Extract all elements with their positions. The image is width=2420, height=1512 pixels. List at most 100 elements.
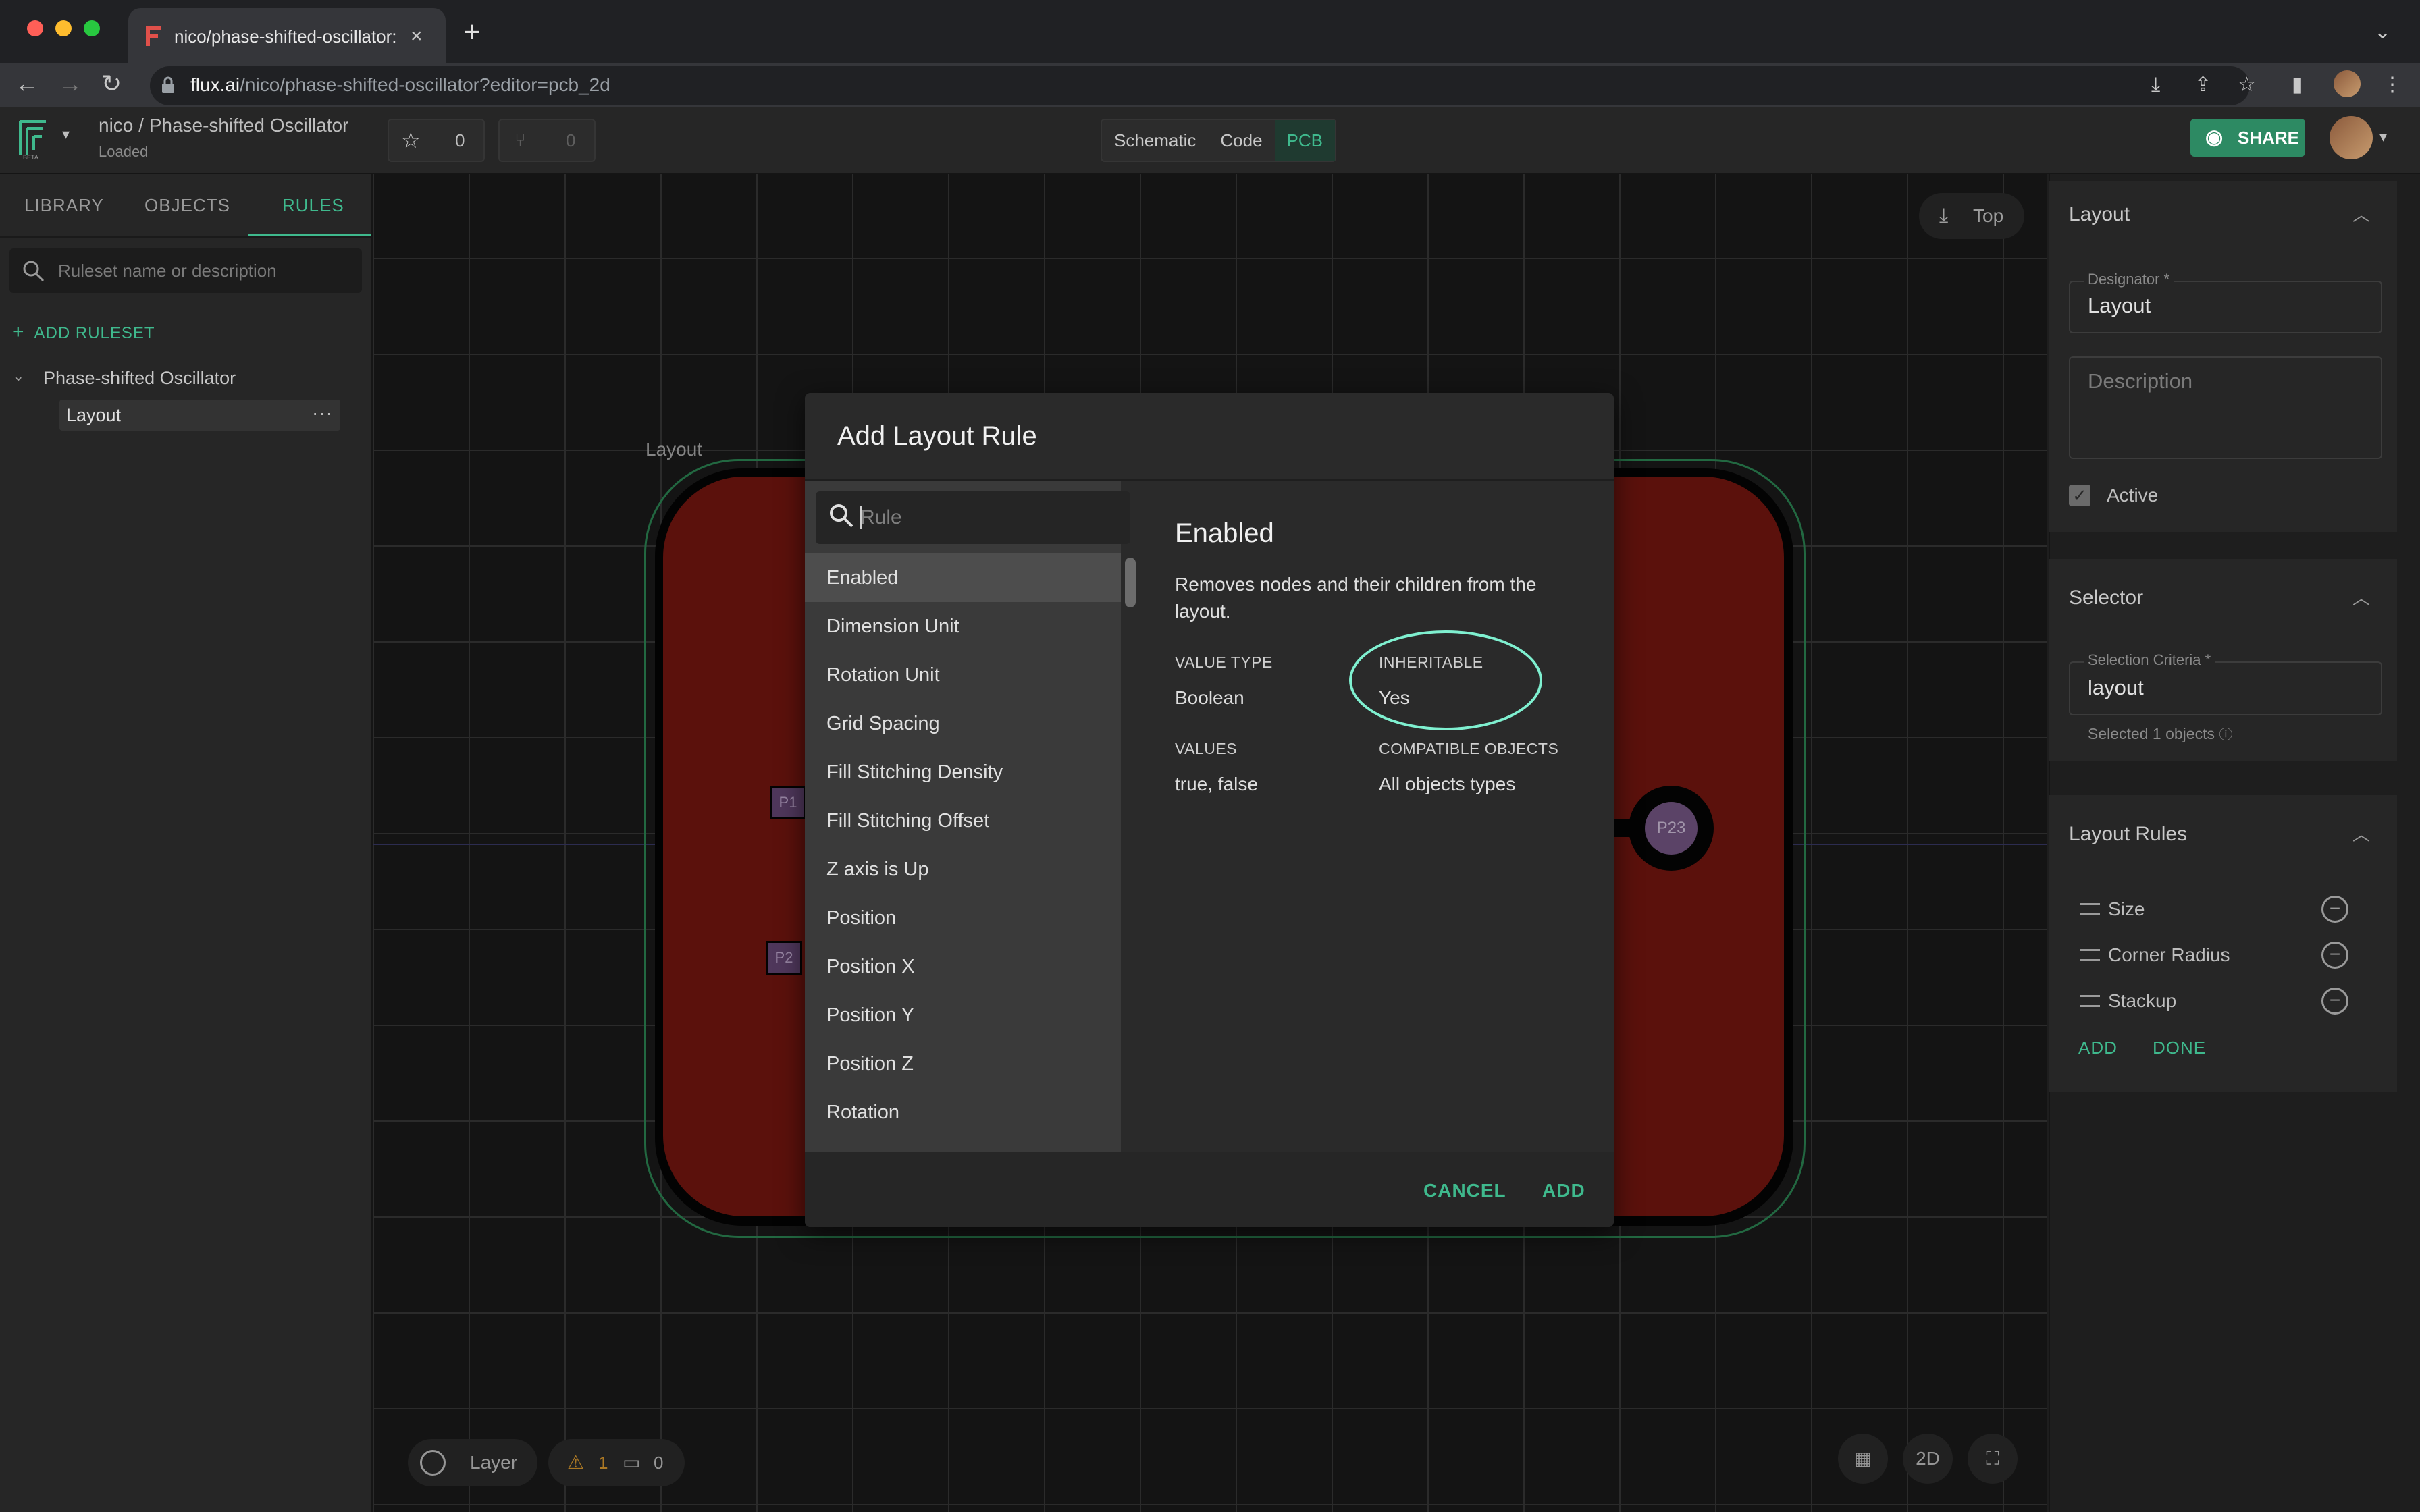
rule-option-label: Rotation Unit xyxy=(826,664,940,686)
rule-option[interactable]: Grid Spacing xyxy=(805,699,1121,748)
cancel-button[interactable]: CANCEL xyxy=(1423,1176,1506,1206)
maximize-window-button[interactable] xyxy=(84,20,100,36)
back-arrow-icon[interactable]: ← xyxy=(15,68,39,100)
rule-corner-radius[interactable]: Corner Radius xyxy=(2108,941,2230,969)
star-button[interactable]: ☆ 0 xyxy=(388,119,485,162)
browser-tab[interactable]: nico/phase-shifted-oscillator: F × xyxy=(128,8,446,63)
tree-item-more-icon[interactable]: ··· xyxy=(312,400,333,427)
rule-list-scrollbar[interactable] xyxy=(1125,558,1136,608)
rules-collapse-chevron-icon[interactable]: ︿ xyxy=(2352,821,2370,846)
drag-handle-icon[interactable] xyxy=(2080,995,2100,1007)
search-icon xyxy=(23,261,45,282)
browser-profile-avatar[interactable] xyxy=(2334,70,2361,97)
done-link[interactable]: DONE xyxy=(2153,1034,2206,1061)
add-ruleset-button[interactable]: + ADD RULESET xyxy=(12,319,155,347)
tab-list-chevron-icon[interactable]: ⌄ xyxy=(2374,20,2391,44)
plus-icon: + xyxy=(12,321,25,343)
fork-button[interactable]: ⑂ 0 xyxy=(498,119,596,162)
rule-option[interactable]: Dimension Unit xyxy=(805,602,1121,651)
rule-option[interactable]: Rotation xyxy=(805,1088,1121,1137)
minimize-window-button[interactable] xyxy=(55,20,72,36)
tab-rules[interactable]: RULES xyxy=(282,174,344,236)
selector-collapse-chevron-icon[interactable]: ︿ xyxy=(2352,585,2370,610)
rule-option-label: Position Y xyxy=(826,1004,915,1026)
side-panel-icon[interactable]: ▮ xyxy=(2292,70,2303,100)
help-icon[interactable]: ⓘ xyxy=(2219,728,2232,742)
add-rule-link[interactable]: ADD xyxy=(2078,1034,2118,1061)
tab-objects[interactable]: OBJECTS xyxy=(144,174,230,236)
fork-count: 0 xyxy=(566,130,576,151)
share-page-icon[interactable]: ⇪ xyxy=(2194,70,2211,100)
rule-option-label: Enabled xyxy=(826,567,899,589)
designator-value: Layout xyxy=(2088,294,2151,317)
ruleset-search-placeholder: Ruleset name or description xyxy=(58,261,277,281)
browser-menu-icon[interactable]: ⋮ xyxy=(2382,70,2402,100)
selected-count-text: Selected 1 objects xyxy=(2088,725,2215,742)
user-menu-caret-icon[interactable]: ▾ xyxy=(2379,128,2387,146)
drag-handle-icon[interactable] xyxy=(2080,949,2100,961)
star-icon: ☆ xyxy=(401,128,421,153)
flux-favicon-icon xyxy=(146,26,161,46)
user-avatar[interactable] xyxy=(2330,116,2373,159)
rule-option-label: Position xyxy=(826,907,897,929)
new-tab-button[interactable]: + xyxy=(463,15,481,50)
description-placeholder: Description xyxy=(2088,369,2193,393)
compatible-objects-label: COMPATIBLE OBJECTS xyxy=(1379,740,1559,757)
compatible-objects-value: All objects types xyxy=(1379,774,1516,794)
add-ruleset-label: ADD RULESET xyxy=(34,324,155,342)
rule-option-label: Dimension Unit xyxy=(826,616,959,637)
rule-option[interactable]: Rotation Unit xyxy=(805,651,1121,699)
layout-collapse-chevron-icon[interactable]: ︿ xyxy=(2352,201,2370,226)
add-button[interactable]: ADD xyxy=(1542,1176,1585,1206)
forward-arrow-icon[interactable]: → xyxy=(58,68,82,100)
layout-card-title: Layout xyxy=(2069,203,2130,225)
remove-rule-icon[interactable]: − xyxy=(2321,942,2348,969)
active-checkbox[interactable]: ✓ xyxy=(2069,485,2090,506)
drag-handle-icon[interactable] xyxy=(2080,903,2100,915)
mode-code[interactable]: Code xyxy=(1208,120,1274,161)
rule-option[interactable]: Enabled xyxy=(805,554,1121,602)
project-path[interactable]: nico / Phase-shifted Oscillator xyxy=(99,112,348,139)
svg-text:BETA: BETA xyxy=(23,154,38,161)
share-button[interactable]: ◉ SHARE xyxy=(2190,119,2305,157)
values-label: VALUES xyxy=(1175,740,1238,757)
rule-option[interactable]: Position X xyxy=(805,942,1121,991)
reload-icon[interactable]: ↻ xyxy=(101,68,122,100)
designator-label: Designator * xyxy=(2084,270,2174,289)
rule-stackup[interactable]: Stackup xyxy=(2108,987,2176,1015)
active-label: Active xyxy=(2107,485,2159,506)
mode-pcb[interactable]: PCB xyxy=(1274,120,1336,161)
rule-option[interactable]: Position Y xyxy=(805,991,1121,1040)
rule-search-placeholder: Rule xyxy=(860,506,902,529)
install-app-icon[interactable]: ⤓ xyxy=(2151,70,2160,100)
mode-schematic[interactable]: Schematic xyxy=(1102,120,1208,161)
tree-project[interactable]: Phase-shifted Oscillator xyxy=(43,364,236,392)
tab-close-icon[interactable]: × xyxy=(411,23,423,50)
tab-library[interactable]: LIBRARY xyxy=(24,174,104,236)
close-window-button[interactable] xyxy=(27,20,43,36)
rule-option-label: Fill Stitching Offset xyxy=(826,810,990,832)
load-status: Loaded xyxy=(99,143,149,160)
url-text[interactable]: flux.ai/nico/phase-shifted-oscillator?ed… xyxy=(190,70,610,100)
url-host: flux.ai xyxy=(190,74,240,95)
remove-rule-icon[interactable]: − xyxy=(2321,896,2348,923)
rule-option[interactable]: Position Z xyxy=(805,1040,1121,1088)
star-count: 0 xyxy=(455,130,465,151)
selected-objects-count: Selected 1 objects ⓘ xyxy=(2088,722,2232,747)
rule-size[interactable]: Size xyxy=(2108,895,2145,923)
bookmark-star-icon[interactable]: ☆ xyxy=(2238,70,2256,100)
tab-title: nico/phase-shifted-oscillator: F xyxy=(174,26,397,47)
rule-option[interactable]: Z axis is Up xyxy=(805,845,1121,894)
url-path: /nico/phase-shifted-oscillator?editor=pc… xyxy=(240,74,610,95)
remove-rule-icon[interactable]: − xyxy=(2321,988,2348,1015)
rule-option[interactable]: Fill Stitching Density xyxy=(805,748,1121,796)
selector-card-title: Selector xyxy=(2069,587,2144,609)
rule-option[interactable]: Fill Stitching Offset xyxy=(805,796,1121,845)
flux-logo-icon[interactable]: BETA xyxy=(16,116,54,161)
logo-dropdown-caret-icon[interactable]: ▾ xyxy=(62,126,70,143)
dialog-title: Add Layout Rule xyxy=(837,421,1037,451)
tree-expand-chevron-icon[interactable]: ⌄ xyxy=(12,367,24,385)
highlight-annotation-circle xyxy=(1349,630,1542,730)
rule-option[interactable]: Position xyxy=(805,894,1121,942)
layout-rules-title: Layout Rules xyxy=(2069,823,2188,845)
